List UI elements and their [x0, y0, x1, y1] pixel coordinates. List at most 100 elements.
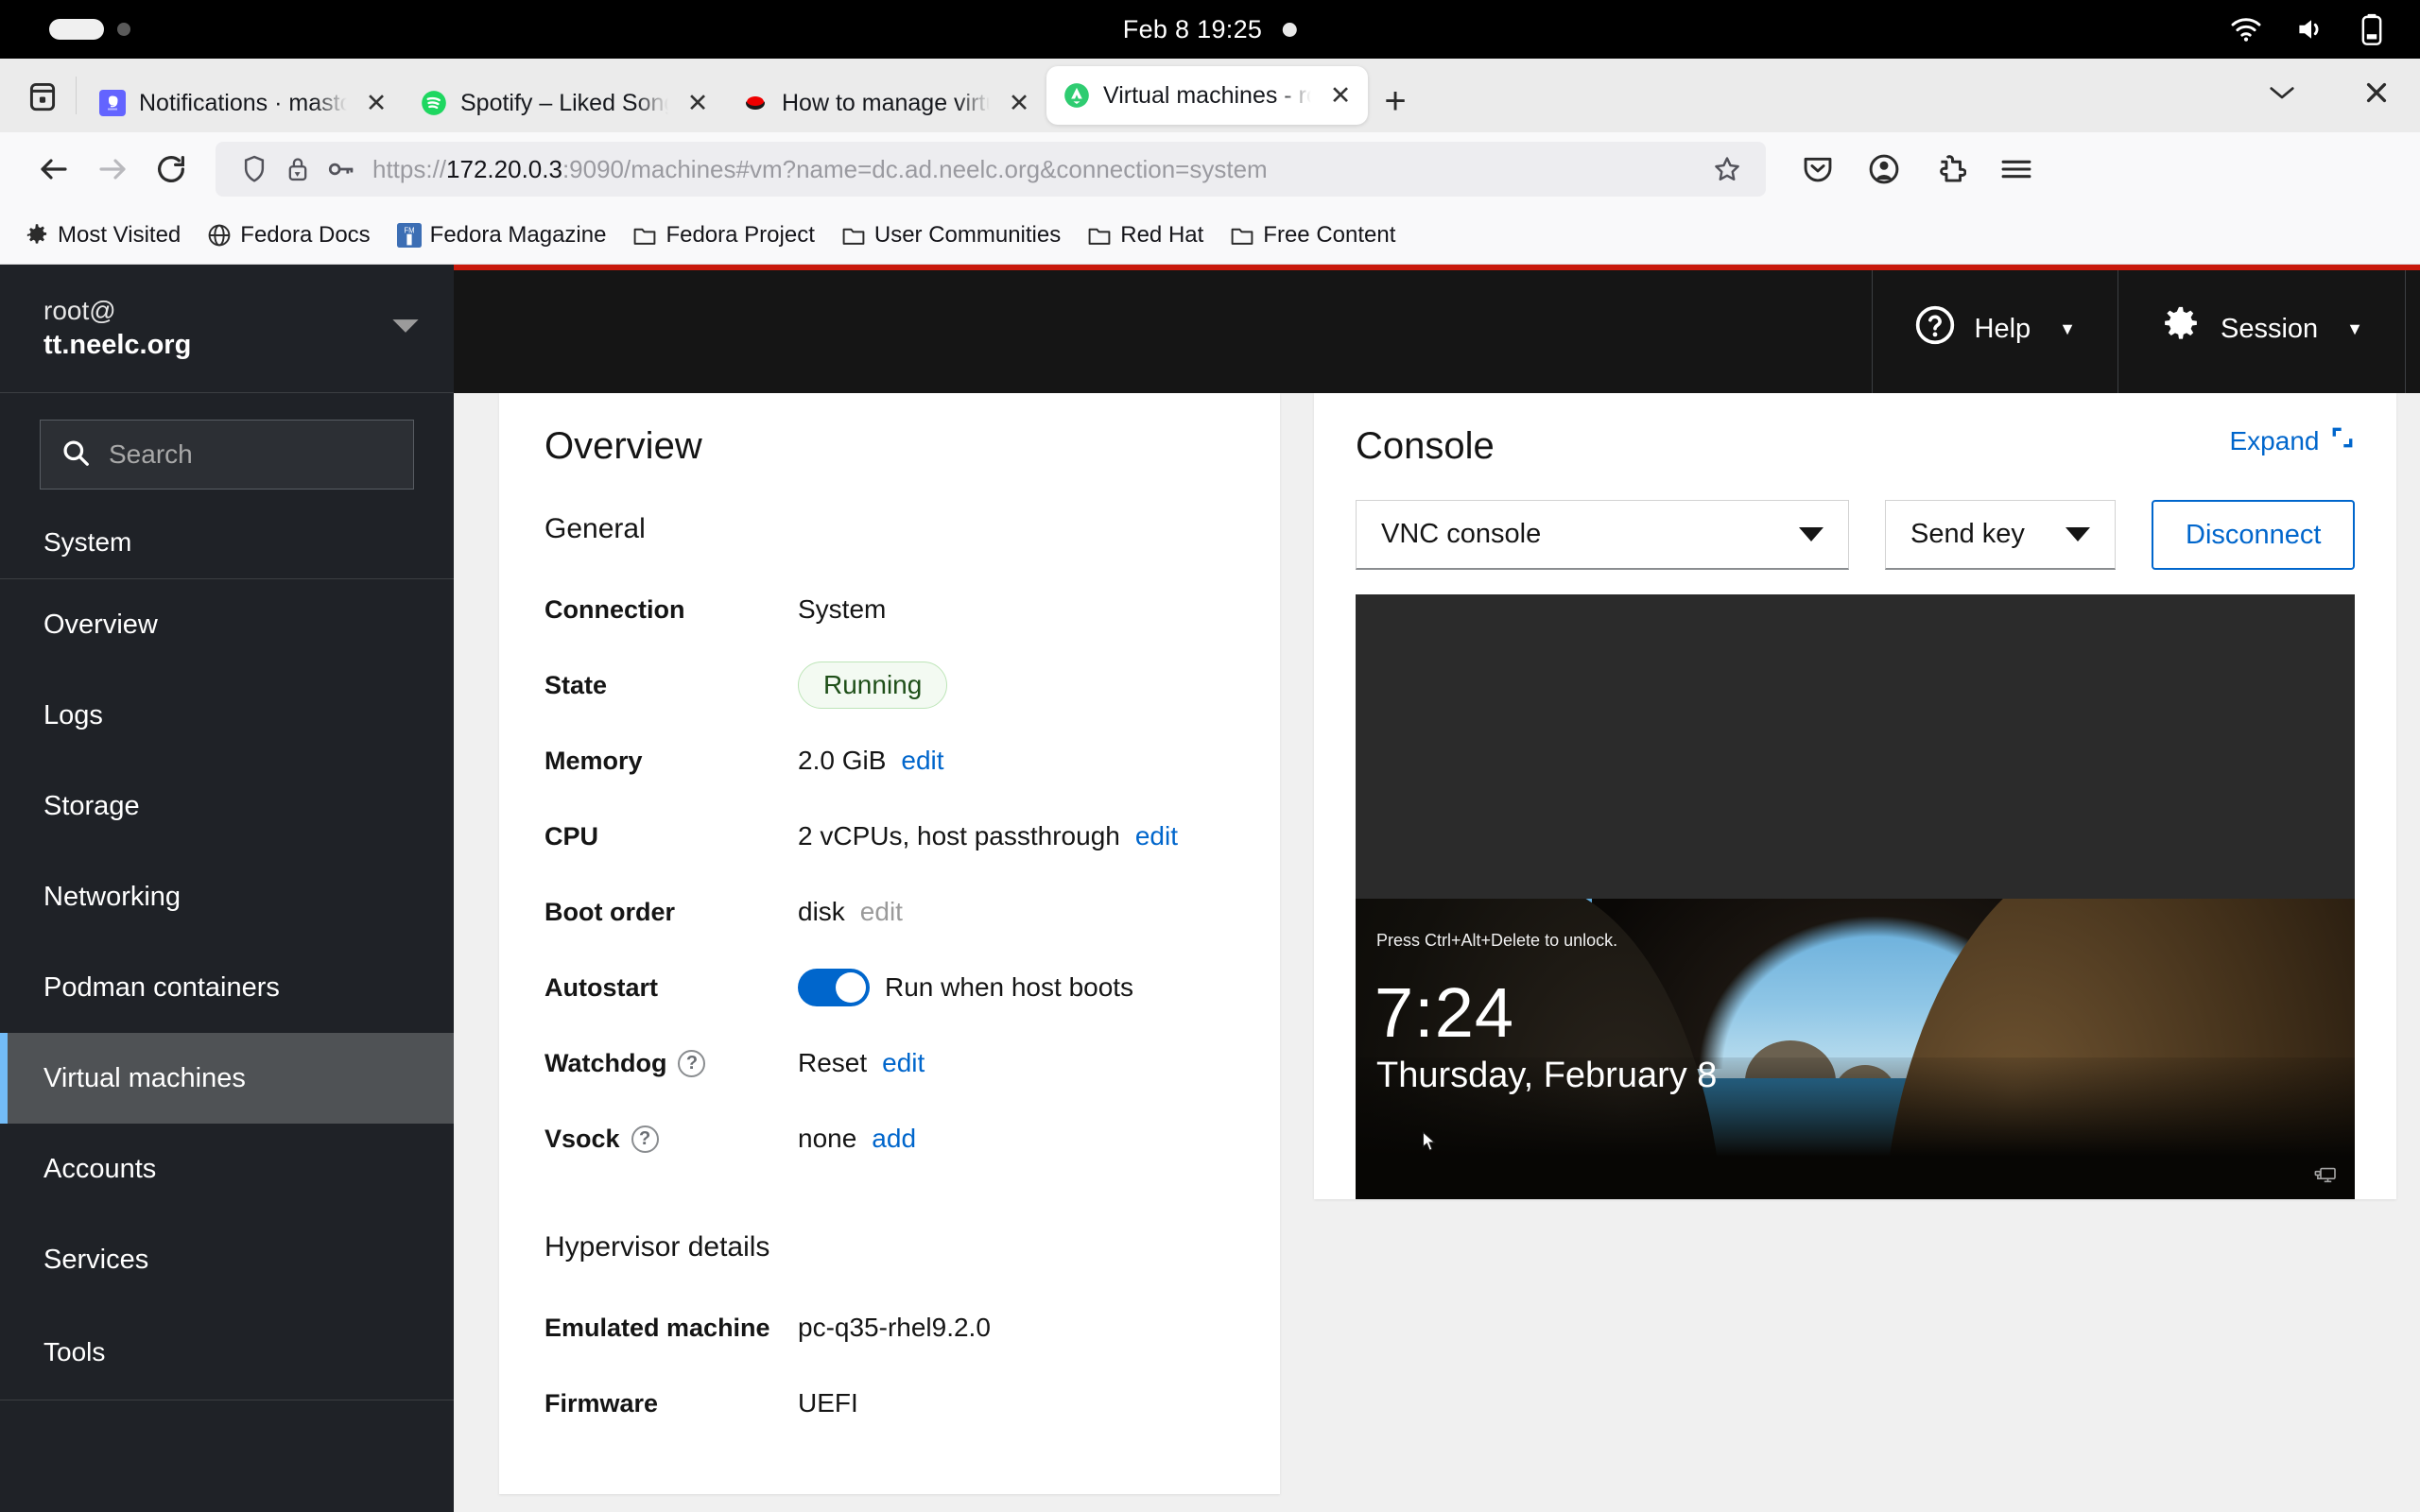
close-icon[interactable]: ✕ [1324, 79, 1357, 112]
vnc-console-canvas[interactable]: Press Ctrl+Alt+Delete to unlock. 7:24 Th… [1356, 594, 2356, 1199]
firmware-value: UEFI [798, 1388, 858, 1418]
bookmark-label: Most Visited [58, 221, 182, 248]
firefox-view-button[interactable] [13, 59, 72, 132]
os-left-indicators [0, 19, 130, 40]
vsock-label-text: Vsock [544, 1124, 620, 1153]
overview-row-memory: Memory 2.0 GiB edit [544, 723, 1235, 799]
console-type-value: VNC console [1381, 519, 1542, 549]
bookmark-star-icon[interactable] [1705, 147, 1749, 191]
help-menu-button[interactable]: Help ▼ [1871, 265, 2118, 393]
vnc-letterbox-top [1356, 594, 2356, 899]
volume-icon[interactable] [2295, 16, 2327, 43]
cockpit-sidebar: root@ tt.neelc.org System Overview Logs … [0, 265, 454, 1512]
boot-order-edit-link: edit [859, 897, 903, 926]
help-icon[interactable]: ? [631, 1125, 659, 1153]
browser-tab-3-active[interactable]: Virtual machines - root@t ✕ [1046, 66, 1368, 125]
host-switcher[interactable]: root@ tt.neelc.org [0, 265, 454, 393]
os-status-indicators[interactable] [2229, 13, 2420, 45]
watchdog-value: Reset [798, 1048, 868, 1077]
window-pill-indicator [49, 19, 104, 40]
lock-warning-icon[interactable] [276, 147, 320, 191]
shield-icon[interactable] [233, 147, 276, 191]
lockscreen-time: 7:24 [1374, 973, 1515, 1052]
close-icon[interactable]: ✕ [360, 87, 392, 119]
disconnect-button[interactable]: Disconnect [2152, 500, 2356, 570]
console-type-select[interactable]: VNC console [1356, 500, 1849, 570]
address-bar[interactable]: https://172.20.0.3:9090/machines#vm?name… [216, 142, 1766, 197]
bookmark-label: User Communities [873, 221, 1062, 248]
browser-tab-label: How to manage virtual ma [782, 89, 990, 116]
bookmark-most-visited[interactable]: Most Visited [13, 215, 192, 256]
new-tab-button[interactable]: + [1368, 74, 1423, 129]
sidebar-item-label: Overview [43, 609, 158, 640]
row-value: Run when host boots [798, 969, 1133, 1006]
overview-row-boot-order: Boot order disk edit [544, 874, 1235, 950]
expand-console-link[interactable]: Expand [2230, 425, 2356, 456]
browser-tab-1[interactable]: Spotify – Liked Songs ✕ [404, 74, 725, 132]
close-icon[interactable]: ✕ [682, 87, 714, 119]
sidebar-item-label: Podman containers [43, 971, 280, 1003]
session-menu-button[interactable]: Session ▼ [2118, 265, 2405, 393]
help-icon[interactable]: ? [678, 1049, 706, 1077]
row-label: State [544, 670, 608, 699]
overview-row-connection: Connection System [544, 572, 1235, 647]
bookmark-fedora-project[interactable]: Fedora Project [621, 215, 825, 256]
pocket-icon[interactable] [1789, 140, 1847, 198]
account-icon[interactable] [1855, 140, 1913, 198]
bookmark-free-content[interactable]: Free Content [1219, 215, 1407, 256]
sidebar-item-overview[interactable]: Overview [0, 579, 454, 670]
sidebar-item-podman-containers[interactable]: Podman containers [0, 942, 454, 1033]
tab-strip: Notifications · mastodon.n ✕ Spotify – L… [0, 59, 2420, 132]
close-icon[interactable]: ✕ [1003, 87, 1035, 119]
guest-screen[interactable]: Press Ctrl+Alt+Delete to unlock. 7:24 Th… [1356, 899, 2356, 1199]
close-window-icon[interactable] [2358, 74, 2395, 112]
tab-strip-divider [76, 77, 77, 114]
memory-edit-link[interactable]: edit [901, 746, 943, 776]
browser-tab-0[interactable]: Notifications · mastodon.n ✕ [82, 74, 404, 132]
key-icon[interactable] [320, 147, 363, 191]
bookmark-red-hat[interactable]: Red Hat [1076, 215, 1215, 256]
watchdog-label-text: Watchdog [544, 1048, 667, 1077]
reload-icon[interactable] [142, 140, 200, 198]
chevron-down-icon: ▼ [2346, 318, 2363, 338]
bookmark-user-communities[interactable]: User Communities [830, 215, 1072, 256]
sidebar-item-accounts[interactable]: Accounts [0, 1124, 454, 1214]
send-key-label: Send key [1910, 519, 2025, 549]
browser-tab-label: Notifications · mastodon.n [139, 89, 347, 116]
status-badge: Running [798, 662, 948, 709]
sidebar-item-storage[interactable]: Storage [0, 761, 454, 851]
search-box[interactable] [40, 420, 414, 490]
browser-tab-2[interactable]: How to manage virtual ma ✕ [725, 74, 1046, 132]
extensions-icon[interactable] [1921, 140, 1979, 198]
sidebar-item-logs[interactable]: Logs [0, 670, 454, 761]
cpu-edit-link[interactable]: edit [1135, 821, 1178, 851]
bookmark-fedora-magazine[interactable]: FM Fedora Magazine [386, 215, 618, 256]
autostart-toggle[interactable] [798, 969, 870, 1006]
vsock-add-link[interactable]: add [872, 1124, 916, 1154]
sidebar-item-label: Logs [43, 699, 103, 730]
sidebar-item-label: Networking [43, 881, 182, 912]
chevron-down-icon[interactable] [391, 317, 420, 340]
gear-icon [2160, 304, 2202, 353]
window-controls [2263, 74, 2395, 132]
os-clock-area[interactable]: Feb 8 19:25 [1123, 15, 1298, 44]
wifi-icon[interactable] [2229, 16, 2263, 43]
sidebar-item-services[interactable]: Services [0, 1214, 454, 1305]
overview-card: Overview General Connection System State… [499, 393, 1280, 1494]
battery-icon[interactable] [2360, 13, 2384, 45]
cockpit-app: root@ tt.neelc.org System Overview Logs … [0, 265, 2420, 1512]
watchdog-edit-link[interactable]: edit [882, 1048, 925, 1078]
search-input[interactable] [109, 439, 392, 470]
list-all-tabs-icon[interactable] [2263, 74, 2301, 112]
url-path: :9090/machines#vm?name=dc.ad.neelc.org&c… [562, 154, 1268, 183]
hamburger-menu-icon[interactable] [1987, 140, 2046, 198]
bookmark-fedora-docs[interactable]: Fedora Docs [196, 215, 381, 256]
sidebar-item-networking[interactable]: Networking [0, 851, 454, 942]
boot-order-value: disk [798, 897, 845, 926]
send-key-select[interactable]: Send key [1885, 500, 2116, 570]
row-label: Connection [544, 594, 685, 624]
back-icon[interactable] [25, 140, 83, 198]
sidebar-item-virtual-machines[interactable]: Virtual machines [0, 1033, 454, 1124]
row-value: pc-q35-rhel9.2.0 [798, 1313, 991, 1343]
row-value: System [798, 594, 886, 625]
